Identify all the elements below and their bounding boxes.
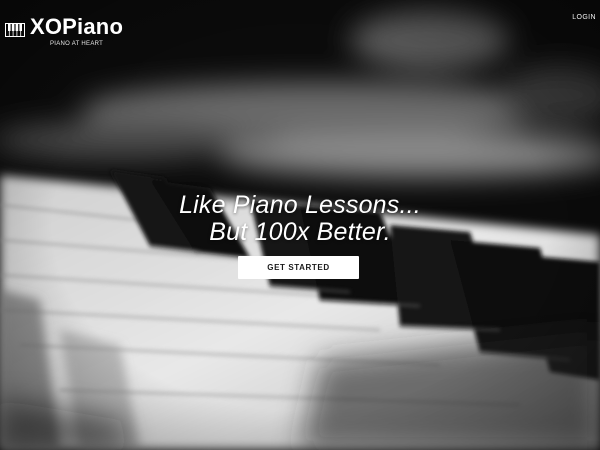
brand-logo[interactable]: XOPiano PIANO AT HEART [5,14,123,48]
brand-text: XOPiano PIANO AT HEART [30,14,123,48]
brand-name: XOPiano [30,14,124,39]
headline-line-2: But 100x Better. [209,218,391,246]
brand-tagline: PIANO AT HEART [49,41,104,47]
login-link[interactable]: LOGIN [572,14,596,21]
hero-section: XOPiano PIANO AT HEART LOGIN Like Piano … [0,0,600,450]
piano-keys-icon [5,23,25,37]
hero-headline: Like Piano Lessons... But 100x Better. [0,192,600,246]
get-started-button[interactable]: GET STARTED [238,256,359,279]
headline-line-1: Like Piano Lessons... [179,191,421,219]
